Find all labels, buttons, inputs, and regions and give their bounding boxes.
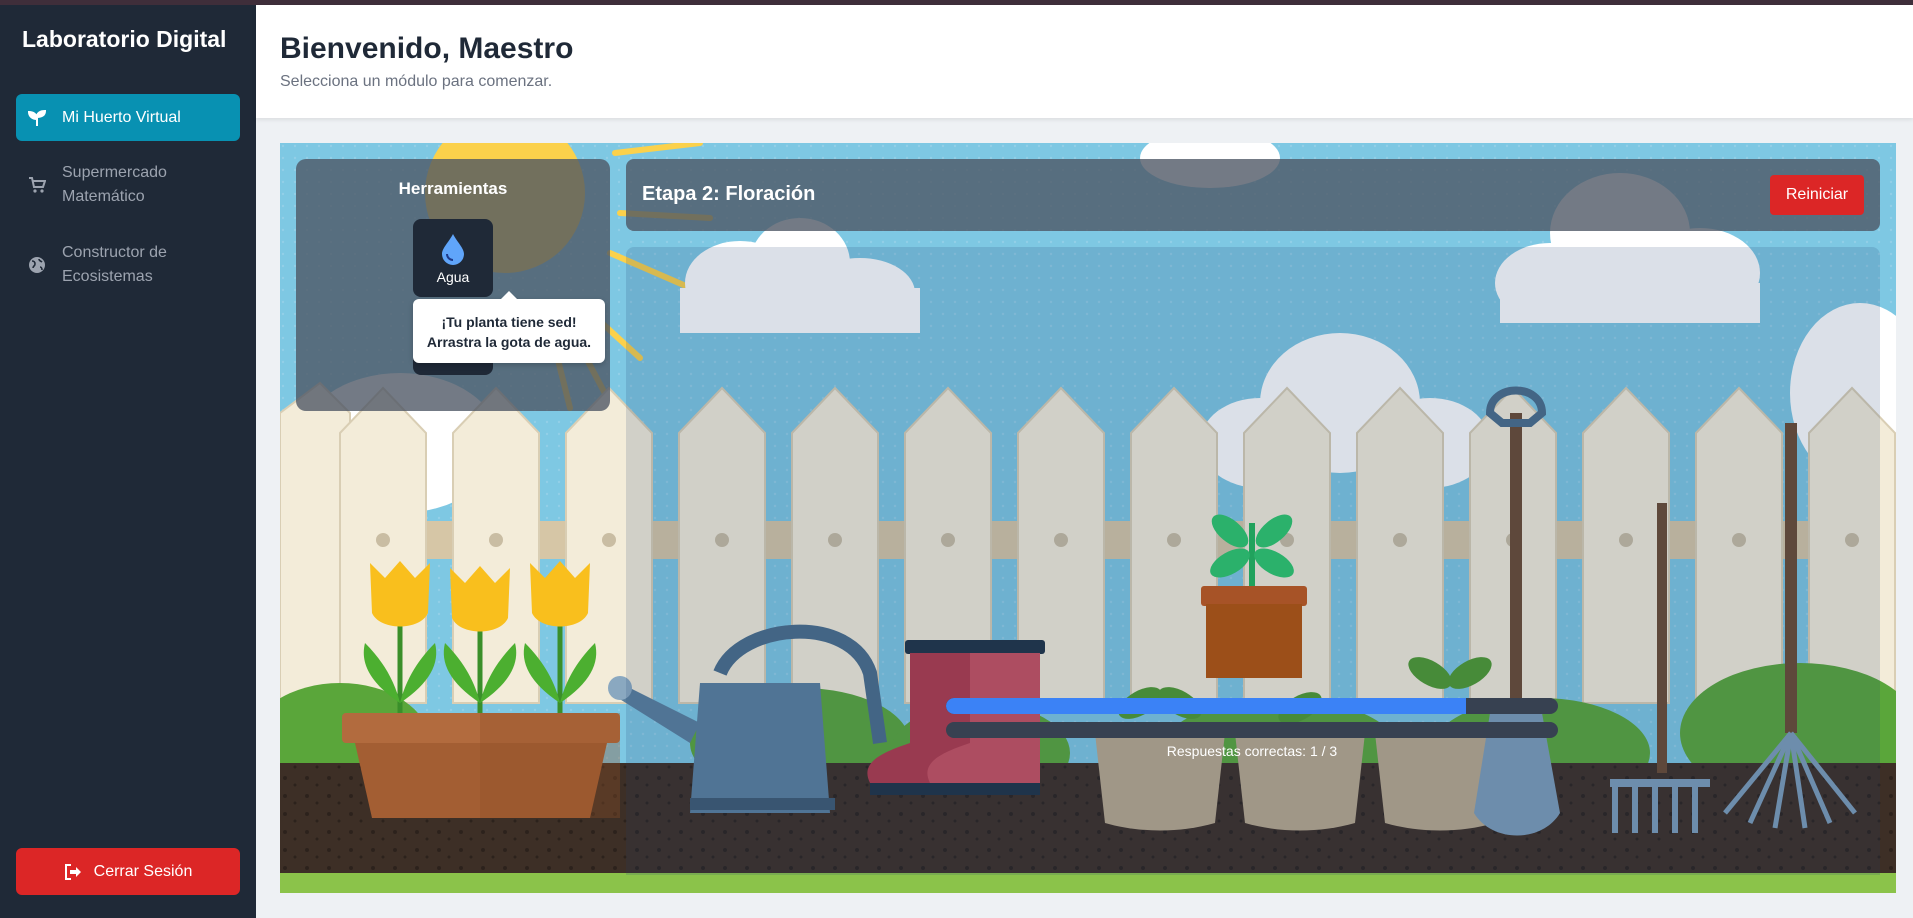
page-header: Bienvenido, Maestro Selecciona un módulo… [256,5,1913,118]
logout-label: Cerrar Sesión [93,862,193,880]
page-title: Bienvenido, Maestro [280,32,574,65]
growth-progress-bar [946,698,1558,714]
hint-line-1: ¡Tu planta tiene sed! [441,314,577,330]
water-progress-bar [946,722,1558,738]
globe-icon [28,256,46,274]
restart-button[interactable]: Reiniciar [1770,175,1864,215]
cart-icon [28,176,46,194]
sidebar: Laboratorio Digital Mi Huerto Virtual Su… [0,5,256,918]
tools-panel-title: Herramientas [398,179,508,198]
sidebar-item-huerto[interactable]: Mi Huerto Virtual [16,94,240,141]
sidebar-item-label: Mi Huerto Virtual [62,108,181,126]
stage-header: Etapa 2: Floración [626,159,1880,231]
hint-tooltip: ¡Tu planta tiene sed! Arrastra la gota d… [413,291,605,363]
stage-title: Etapa 2: Floración [642,183,816,205]
logout-button[interactable]: Cerrar Sesión [16,848,240,895]
seedling-icon [28,109,46,127]
page-subtitle: Selecciona un módulo para comenzar. [280,73,553,90]
hint-line-2: Arrastra la gota de agua. [426,334,592,350]
sidebar-item-label: Supermercado Matemático [62,164,167,205]
sign-out-icon [64,863,82,880]
brand-title: Laboratorio Digital [22,26,227,52]
sidebar-item-label: Constructor de Ecosistemas [62,244,167,285]
water-drop-icon [440,233,466,270]
water-tool[interactable]: Agua [413,219,493,297]
water-tool-label: Agua [436,269,470,285]
sidebar-item-ecosistemas[interactable]: Constructor de Ecosistemas [16,237,240,293]
garden-drop-area[interactable] [626,247,1880,875]
growth-progress-fill [946,698,1467,714]
answers-counter: Respuestas correctas: 1 / 3 [1166,743,1338,759]
sidebar-item-supermercado[interactable]: Supermercado Matemático [16,157,240,213]
